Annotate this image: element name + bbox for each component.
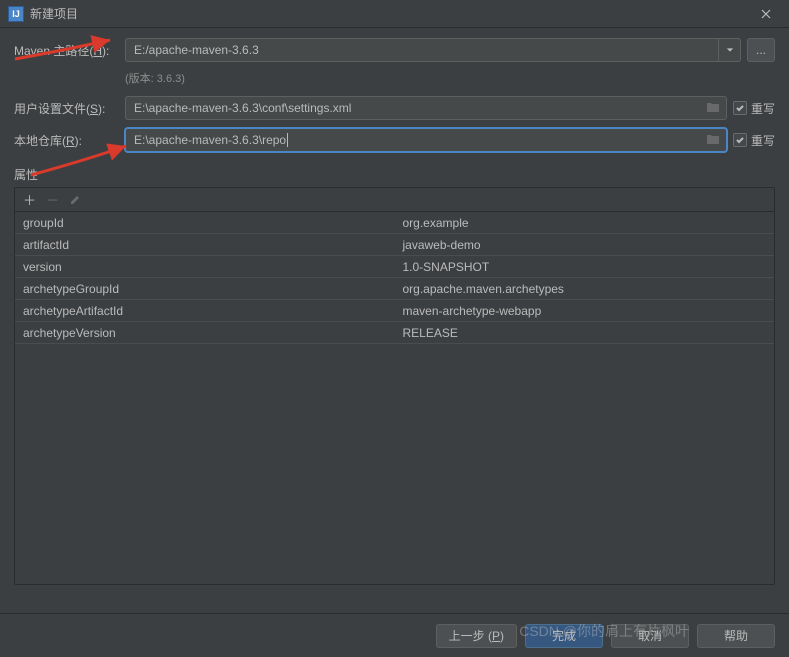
maven-home-row: Maven 主路径(H): E:/apache-maven-3.6.3 ... [14,38,775,62]
close-button[interactable] [751,4,781,24]
folder-icon[interactable] [706,133,720,148]
table-row[interactable]: groupIdorg.example [15,212,774,234]
property-key: archetypeArtifactId [15,304,395,318]
table-row[interactable]: archetypeGroupIdorg.apache.maven.archety… [15,278,774,300]
window-title: 新建项目 [30,5,751,22]
properties-table[interactable]: groupIdorg.exampleartifactIdjavaweb-demo… [15,212,774,584]
maven-home-value: E:/apache-maven-3.6.3 [134,43,259,57]
edit-icon [69,194,81,206]
maven-home-combo[interactable]: E:/apache-maven-3.6.3 [125,38,741,62]
folder-icon[interactable] [706,101,720,116]
dialog-content: Maven 主路径(H): E:/apache-maven-3.6.3 ... … [0,28,789,585]
maven-home-label: Maven 主路径(H): [14,42,119,59]
table-row[interactable]: version1.0-SNAPSHOT [15,256,774,278]
property-value: javaweb-demo [395,238,775,252]
properties-toolbar: ＋ － [15,188,774,212]
property-value: org.apache.maven.archetypes [395,282,775,296]
properties-section-label: 属性 [14,166,775,183]
property-value: maven-archetype-webapp [395,304,775,318]
user-settings-row: 用户设置文件(S): E:\apache-maven-3.6.3\conf\se… [14,96,775,120]
previous-button[interactable]: 上一步 (P) [436,624,517,648]
property-value: 1.0-SNAPSHOT [395,260,775,274]
local-repo-label: 本地仓库(R): [14,132,119,149]
table-row[interactable]: artifactIdjavaweb-demo [15,234,774,256]
property-value: org.example [395,216,775,230]
table-row[interactable]: archetypeArtifactIdmaven-archetype-webap… [15,300,774,322]
override-local-repo-checkbox[interactable]: 重写 [733,132,775,149]
local-repo-row: 本地仓库(R): E:\apache-maven-3.6.3\repo 重写 [14,128,775,152]
maven-version-hint: (版本: 3.6.3) [125,70,775,86]
titlebar: IJ 新建项目 [0,0,789,28]
property-key: artifactId [15,238,395,252]
properties-panel: ＋ － groupIdorg.exampleartifactIdjavaweb-… [14,187,775,585]
app-icon: IJ [8,6,24,22]
table-row[interactable]: archetypeVersionRELEASE [15,322,774,344]
user-settings-label: 用户设置文件(S): [14,100,119,117]
property-key: archetypeGroupId [15,282,395,296]
local-repo-input[interactable]: E:\apache-maven-3.6.3\repo [125,128,727,152]
add-icon[interactable]: ＋ [23,190,36,209]
property-key: version [15,260,395,274]
remove-icon: － [46,190,59,209]
help-button[interactable]: 帮助 [697,624,775,648]
dialog-footer: 上一步 (P) 完成 取消 帮助 [0,613,789,657]
cancel-button[interactable]: 取消 [611,624,689,648]
user-settings-input[interactable]: E:\apache-maven-3.6.3\conf\settings.xml [125,96,727,120]
text-caret [287,133,288,147]
override-user-settings-checkbox[interactable]: 重写 [733,100,775,117]
property-key: groupId [15,216,395,230]
chevron-down-icon[interactable] [718,39,740,61]
property-key: archetypeVersion [15,326,395,340]
finish-button[interactable]: 完成 [525,624,603,648]
browse-maven-home-button[interactable]: ... [747,38,775,62]
property-value: RELEASE [395,326,775,340]
